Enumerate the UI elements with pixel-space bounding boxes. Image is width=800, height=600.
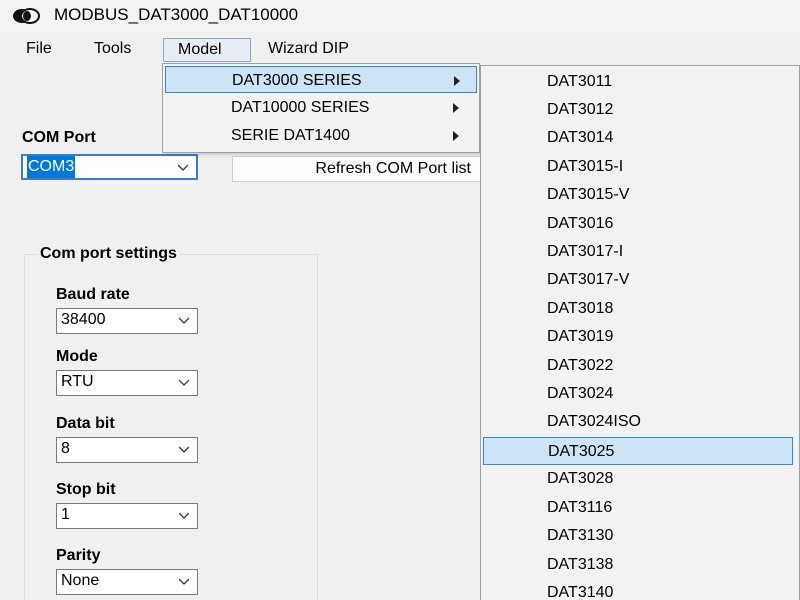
com-settings-title: Com port settings [38,245,179,263]
submenu-item-label: DAT3015-V [547,186,630,203]
com-port-value: COM3 [27,156,76,178]
submenu-item-label: DAT3017-I [547,243,624,260]
model-menu-item-dat10000[interactable]: DAT10000 SERIES [165,94,477,121]
submenu-item-label: DAT3015-I [547,158,624,175]
data-bit-value: 8 [61,440,70,457]
submenu-item[interactable]: DAT3116 [483,494,793,522]
model-menu-item-label: SERIE DAT1400 [231,127,350,144]
submenu-item[interactable]: DAT3024ISO [483,408,793,436]
model-menu: DAT3000 SERIES DAT10000 SERIES SERIE DAT… [162,63,480,153]
submenu-item-label: DAT3022 [547,357,614,374]
mode-label: Mode [56,348,98,365]
menu-file[interactable]: File [18,38,60,62]
parity-select[interactable]: None [56,569,198,595]
dat3000-submenu: DAT3011 DAT3012 DAT3014 DAT3015-I DAT301… [480,65,800,600]
baud-rate-label: Baud rate [56,286,130,303]
data-bit-select[interactable]: 8 [56,437,198,463]
submenu-item[interactable]: DAT3016 [483,210,793,238]
chevron-down-icon [179,379,189,386]
title-bar: MODBUS_DAT3000_DAT10000 [0,0,800,32]
submenu-item-label: DAT3016 [547,215,614,232]
submenu-item-label: DAT3012 [547,101,614,118]
submenu-arrow-icon [453,131,459,141]
stop-bit-label: Stop bit [56,481,116,498]
submenu-item[interactable]: DAT3022 [483,352,793,380]
parity-value: None [61,572,100,589]
menu-wizard-dip[interactable]: Wizard DIP [260,38,357,62]
baud-rate-select[interactable]: 38400 [56,308,198,334]
com-port-select[interactable]: COM3 [21,154,198,180]
submenu-item-label: DAT3028 [547,470,614,487]
chevron-down-icon [178,164,188,171]
parity-label: Parity [56,547,101,564]
chevron-down-icon [179,317,189,324]
submenu-item-label: DAT3017-V [547,271,630,288]
submenu-item-label: DAT3011 [547,73,613,90]
data-bit-label: Data bit [56,415,115,432]
submenu-item-label: DAT3014 [547,129,614,146]
refresh-com-port-button[interactable]: Refresh COM Port list [232,156,482,182]
app-icon [13,8,40,24]
window-title: MODBUS_DAT3000_DAT10000 [54,5,299,24]
submenu-item-label: DAT3024ISO [547,413,641,430]
chevron-down-icon [179,446,189,453]
submenu-item-label: DAT3018 [547,300,614,317]
model-menu-item-dat3000[interactable]: DAT3000 SERIES [165,66,477,93]
submenu-item-label: DAT3138 [547,556,614,573]
menu-bar: File Tools Model Wizard DIP [0,36,800,62]
com-port-label: COM Port [22,129,96,146]
submenu-item[interactable]: DAT3011 [483,68,793,96]
submenu-item[interactable]: DAT3024 [483,380,793,408]
submenu-item[interactable]: DAT3028 [483,465,793,493]
model-menu-item-dat1400[interactable]: SERIE DAT1400 [165,122,477,149]
submenu-item[interactable]: DAT3015-V [483,181,793,209]
submenu-arrow-icon [454,76,460,86]
menu-tools[interactable]: Tools [86,38,139,62]
submenu-item[interactable]: DAT3015-I [483,153,793,181]
submenu-item-label: DAT3116 [547,499,613,516]
menu-model[interactable]: Model [163,38,251,62]
submenu-item[interactable]: DAT3130 [483,522,793,550]
model-menu-item-label: DAT3000 SERIES [232,72,362,89]
stop-bit-select[interactable]: 1 [56,503,198,529]
mode-value: RTU [61,373,94,390]
submenu-item-label: DAT3019 [547,328,614,345]
submenu-item[interactable]: DAT3012 [483,96,793,124]
submenu-item[interactable]: DAT3017-V [483,266,793,294]
mode-select[interactable]: RTU [56,370,198,396]
model-menu-item-label: DAT10000 SERIES [231,99,370,116]
submenu-item[interactable]: DAT3014 [483,124,793,152]
submenu-item-label: DAT3130 [547,527,614,544]
submenu-item-label: DAT3024 [547,385,614,402]
submenu-item[interactable]: DAT3138 [483,551,793,579]
submenu-item[interactable]: DAT3019 [483,323,793,351]
submenu-item[interactable]: DAT3017-I [483,238,793,266]
submenu-arrow-icon [453,103,459,113]
submenu-item-label: DAT3025 [548,443,615,460]
stop-bit-value: 1 [61,506,70,523]
chevron-down-icon [179,512,189,519]
submenu-item-highlighted[interactable]: DAT3025 [483,437,793,465]
baud-rate-value: 38400 [61,311,106,328]
submenu-item[interactable]: DAT3018 [483,295,793,323]
submenu-item[interactable]: DAT3140 [483,579,793,600]
chevron-down-icon [179,578,189,585]
submenu-item-label: DAT3140 [547,584,614,600]
